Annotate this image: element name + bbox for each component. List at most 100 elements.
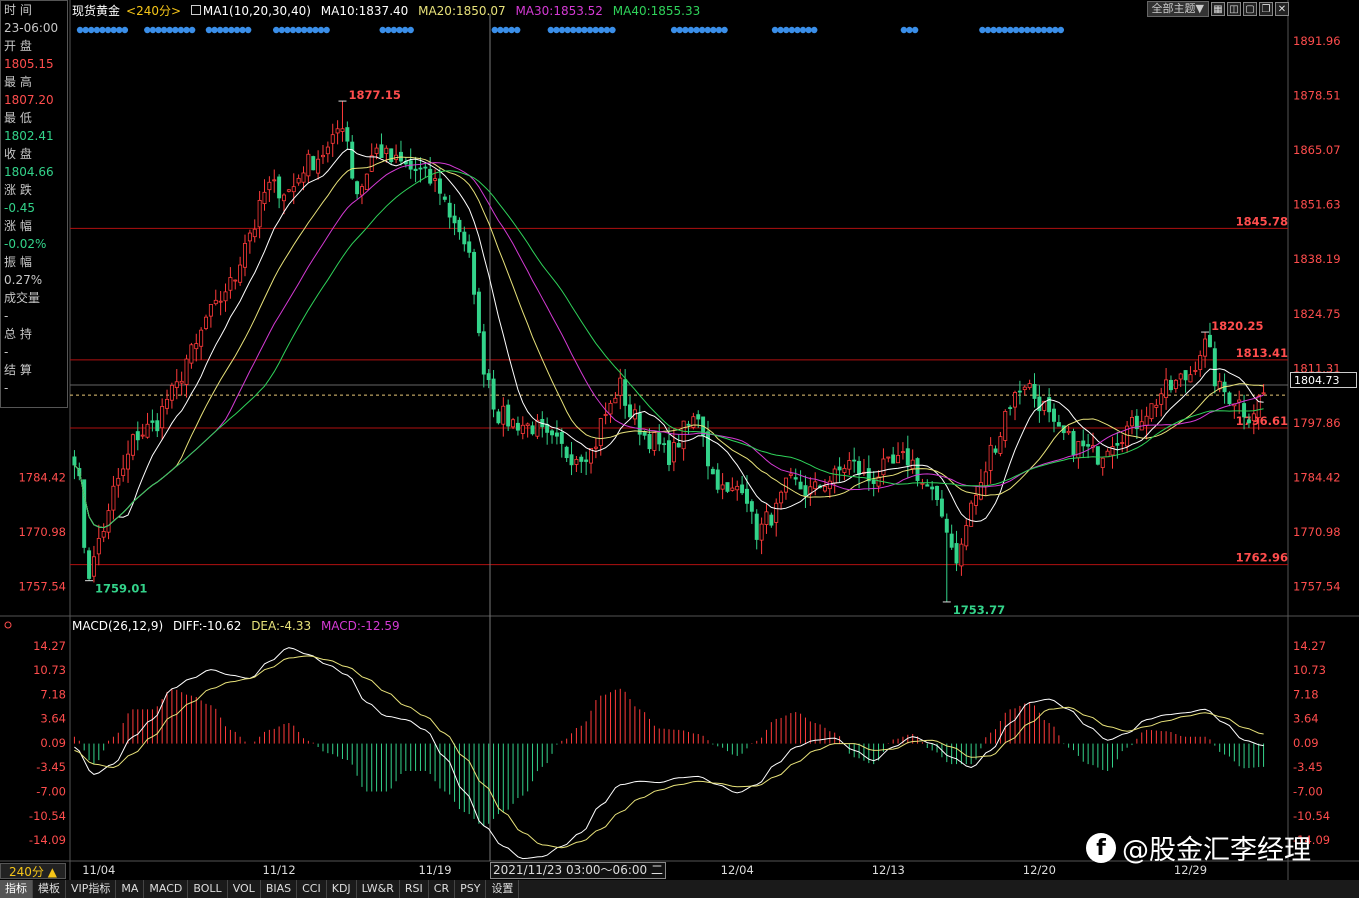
candle-body[interactable] xyxy=(384,147,389,154)
candle-body[interactable] xyxy=(72,456,77,466)
candle-body[interactable] xyxy=(1164,379,1169,398)
candle-body[interactable] xyxy=(204,316,209,329)
candle-body[interactable] xyxy=(1003,410,1008,441)
candle-body[interactable] xyxy=(169,384,174,401)
candle-body[interactable] xyxy=(262,191,267,204)
candle-body[interactable] xyxy=(554,432,559,437)
candle-body[interactable] xyxy=(662,443,667,446)
candle-body[interactable] xyxy=(301,172,306,183)
candle-body[interactable] xyxy=(925,484,930,487)
candle-body[interactable] xyxy=(618,377,623,396)
candle-body[interactable] xyxy=(647,433,652,450)
candle-body[interactable] xyxy=(706,431,710,467)
candle-body[interactable] xyxy=(915,458,920,481)
candle-body[interactable] xyxy=(208,304,213,317)
candle-body[interactable] xyxy=(472,251,477,295)
candle-body[interactable] xyxy=(574,458,579,465)
layout-icon[interactable]: ◫ xyxy=(1227,2,1241,16)
candle-body[interactable] xyxy=(832,468,837,484)
candle-body[interactable] xyxy=(1052,408,1056,422)
candle-body[interactable] xyxy=(87,550,92,579)
candle-body[interactable] xyxy=(813,481,818,490)
candle-body[interactable] xyxy=(1193,370,1198,372)
ma-square-icon[interactable] xyxy=(190,5,201,15)
candle-body[interactable] xyxy=(447,202,452,218)
candle-body[interactable] xyxy=(930,486,935,490)
candle-body[interactable] xyxy=(628,404,632,418)
candle-body[interactable] xyxy=(1173,379,1178,389)
candle-body[interactable] xyxy=(1120,442,1125,444)
candle-body[interactable] xyxy=(998,436,1003,454)
candle-body[interactable] xyxy=(1013,392,1018,408)
indicator-tab[interactable]: VIP指标 xyxy=(66,880,117,898)
candle-body[interactable] xyxy=(1022,386,1027,390)
candle-body[interactable] xyxy=(1037,396,1042,412)
candle-body[interactable] xyxy=(900,451,905,454)
candle-body[interactable] xyxy=(1017,390,1022,393)
candle-body[interactable] xyxy=(623,379,628,406)
candle-body[interactable] xyxy=(135,431,140,441)
candle-body[interactable] xyxy=(1027,383,1032,388)
candle-body[interactable] xyxy=(116,477,121,486)
candle-body[interactable] xyxy=(969,502,974,527)
candle-body[interactable] xyxy=(130,434,135,456)
candle-body[interactable] xyxy=(286,189,291,192)
candle-body[interactable] xyxy=(160,406,165,429)
indicator-tab[interactable]: RSI xyxy=(400,880,429,898)
candle-body[interactable] xyxy=(896,455,901,464)
candle-body[interactable] xyxy=(359,186,364,196)
candle-body[interactable] xyxy=(442,196,447,200)
candle-body[interactable] xyxy=(1261,392,1266,395)
candle-body[interactable] xyxy=(228,277,233,291)
candle-body[interactable] xyxy=(978,482,983,500)
candle-body[interactable] xyxy=(247,232,252,242)
candle-body[interactable] xyxy=(579,456,584,462)
candle-body[interactable] xyxy=(389,148,394,163)
candle-body[interactable] xyxy=(891,454,896,464)
candle-body[interactable] xyxy=(369,155,374,172)
candle-body[interactable] xyxy=(335,128,340,134)
candle-body[interactable] xyxy=(223,291,228,302)
candle-body[interactable] xyxy=(1008,407,1013,409)
candle-body[interactable] xyxy=(681,420,686,450)
candle-body[interactable] xyxy=(1081,440,1086,447)
theme-dropdown[interactable]: 全部主题▼ xyxy=(1146,1,1209,17)
candle-body[interactable] xyxy=(238,264,243,283)
period-selector-button[interactable]: 240分 ▲ xyxy=(0,863,66,879)
candle-body[interactable] xyxy=(145,423,150,438)
candle-body[interactable] xyxy=(564,446,569,459)
candle-body[interactable] xyxy=(179,380,184,384)
candle-body[interactable] xyxy=(1149,403,1154,420)
candle-body[interactable] xyxy=(559,432,564,444)
candle-body[interactable] xyxy=(842,467,847,473)
candle-body[interactable] xyxy=(379,144,384,158)
candle-body[interactable] xyxy=(413,168,418,171)
candle-body[interactable] xyxy=(140,434,145,437)
candle-body[interactable] xyxy=(827,480,832,490)
window-icon[interactable]: ▢ xyxy=(1243,2,1257,16)
candle-body[interactable] xyxy=(311,156,316,171)
candle-body[interactable] xyxy=(1086,444,1091,447)
candle-body[interactable] xyxy=(935,485,940,501)
kline-chart[interactable]: 1891.96 1878.51 1865.07 1851.63 1838.19 1824.… xyxy=(0,0,1359,898)
candle-body[interactable] xyxy=(881,458,886,476)
indicator-tab[interactable]: BIAS xyxy=(261,880,298,898)
candle-body[interactable] xyxy=(696,414,701,420)
candle-body[interactable] xyxy=(1066,430,1071,434)
candle-body[interactable] xyxy=(535,419,540,437)
candle-body[interactable] xyxy=(788,473,793,476)
candle-body[interactable] xyxy=(944,518,949,533)
candle-body[interactable] xyxy=(1212,348,1217,387)
candle-body[interactable] xyxy=(121,468,126,476)
candle-body[interactable] xyxy=(1188,374,1193,383)
candle-body[interactable] xyxy=(744,488,749,504)
candle-body[interactable] xyxy=(462,231,467,245)
candle-body[interactable] xyxy=(1178,373,1183,380)
candle-body[interactable] xyxy=(218,300,223,303)
candle-body[interactable] xyxy=(1227,392,1232,405)
candle-body[interactable] xyxy=(515,422,520,431)
candle-body[interactable] xyxy=(774,502,779,523)
candle-body[interactable] xyxy=(1168,379,1173,391)
ma-indicator-name[interactable]: MA1(10,20,30,40) xyxy=(203,4,311,18)
candle-body[interactable] xyxy=(374,147,379,154)
